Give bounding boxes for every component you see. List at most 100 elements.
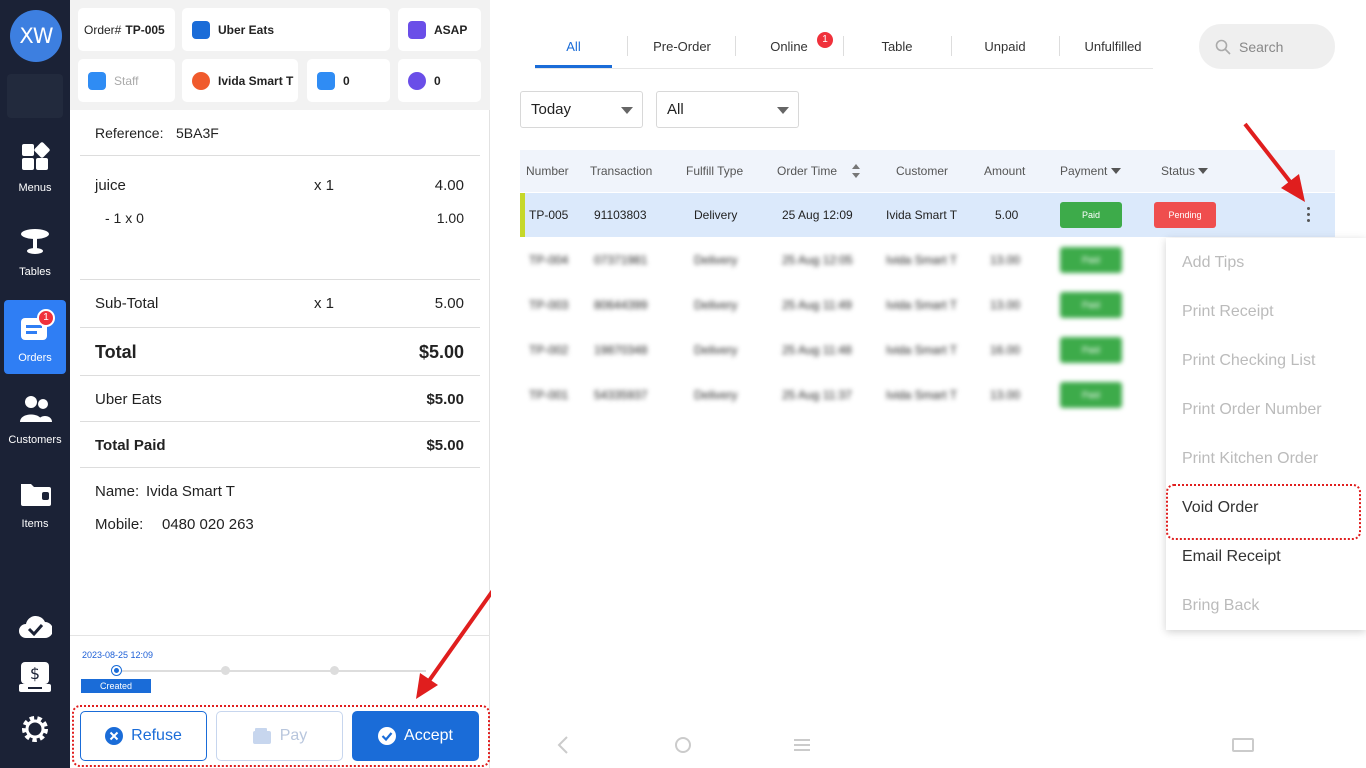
order-source-value: Uber Eats: [218, 22, 275, 37]
settings-icon[interactable]: [18, 712, 52, 746]
search-input[interactable]: Search: [1199, 24, 1335, 69]
cell-transaction: 91103803: [594, 208, 647, 222]
menu-item-email-receipt[interactable]: Email Receipt: [1182, 542, 1281, 572]
home-nav-icon[interactable]: [674, 736, 692, 754]
wallet-icon: [252, 728, 271, 744]
caret-down-icon[interactable]: [1198, 168, 1208, 174]
mobile-label: Mobile:: [95, 516, 144, 533]
divider: [80, 375, 480, 376]
order-detail-panel: Order# TP-005 Uber Eats ASAP Staff Ivida…: [70, 0, 496, 768]
items-icon: [21, 484, 51, 506]
online-badge: 1: [817, 32, 833, 48]
pos-app: XW Menus Tables 1 Orders Customers Items…: [0, 0, 1366, 768]
sidebar-item-customers[interactable]: Customers: [4, 382, 66, 456]
payment-status-badge: Paid: [1060, 337, 1122, 363]
staff-chip[interactable]: Staff: [78, 59, 175, 102]
menu-item-print-kitchen-order[interactable]: Print Kitchen Order: [1182, 444, 1318, 474]
menu-item-print-receipt[interactable]: Print Receipt: [1182, 297, 1274, 327]
search-icon: [1215, 39, 1231, 55]
cell-number: TP-003: [529, 298, 569, 312]
cell-amount: 13.00: [990, 298, 1021, 312]
sidebar-item-label: Orders: [18, 352, 52, 364]
tab-all[interactable]: All: [535, 24, 612, 68]
cell-fulfill-type: Delivery: [694, 298, 738, 312]
recents-nav-icon[interactable]: [793, 736, 811, 754]
pay-button[interactable]: Pay: [216, 711, 343, 761]
order-timing-chip[interactable]: ASAP: [398, 8, 481, 51]
column-header-status[interactable]: Status: [1161, 150, 1195, 192]
column-header-payment[interactable]: Payment: [1060, 150, 1107, 192]
accept-button[interactable]: Accept: [352, 711, 479, 761]
divider: [80, 279, 480, 280]
column-header-transaction: Transaction: [590, 164, 653, 178]
back-nav-icon[interactable]: [557, 736, 569, 754]
caret-down-icon[interactable]: [1111, 168, 1121, 174]
tab-table[interactable]: Table: [843, 24, 951, 68]
cloud-check-icon[interactable]: [18, 610, 52, 644]
menu-item-print-checking-list[interactable]: Print Checking List: [1182, 346, 1315, 376]
guests-chip[interactable]: 0: [307, 59, 390, 102]
sidebar-item-orders[interactable]: 1 Orders: [4, 300, 66, 374]
cell-transaction: 54335937: [594, 388, 648, 402]
orders-badge: 1: [37, 309, 55, 327]
order-tabs: All Pre-Order Online 1 Table Unpaid Unfu…: [535, 24, 1153, 69]
customer-chip[interactable]: Ivida Smart T: [182, 59, 298, 102]
sidebar-item-menus[interactable]: Menus: [4, 130, 66, 204]
payment-method-value: $5.00: [426, 391, 464, 408]
cell-fulfill-type: Delivery: [694, 208, 738, 222]
sidebar-item-tables[interactable]: Tables: [4, 214, 66, 288]
cash-register-icon[interactable]: $: [18, 660, 52, 694]
close-circle-icon: [105, 727, 124, 745]
sidebar-item-items[interactable]: Items: [4, 466, 66, 540]
check-circle-icon: [378, 727, 397, 745]
tab-unfulfilled[interactable]: Unfulfilled: [1059, 24, 1167, 68]
refuse-button[interactable]: Refuse: [80, 711, 207, 761]
table-row[interactable]: TP-005 91103803 Delivery 25 Aug 12:09 Iv…: [520, 193, 1335, 237]
extra-chip[interactable]: 0: [398, 59, 481, 102]
order-context-menu: Add Tips Print Receipt Print Checking Li…: [1166, 238, 1366, 630]
staff-icon: [88, 71, 106, 90]
extra-value: 0: [434, 73, 441, 88]
menu-item-bring-back[interactable]: Bring Back: [1182, 591, 1259, 621]
cell-number: TP-001: [529, 388, 569, 402]
payment-method-label: Uber Eats: [95, 391, 162, 408]
menu-item-add-tips[interactable]: Add Tips: [1182, 248, 1244, 278]
store-logo-blurred: [7, 74, 63, 118]
menus-icon: [22, 142, 50, 170]
orders-list-panel: All Pre-Order Online 1 Table Unpaid Unfu…: [491, 0, 1366, 768]
timeline-step: [330, 666, 339, 675]
type-filter-value: All: [667, 101, 684, 118]
annotation-highlight-void-order: [1166, 484, 1361, 540]
timeline-track: [116, 670, 426, 672]
order-number-label: Order#: [84, 22, 122, 37]
menu-item-print-order-number[interactable]: Print Order Number: [1182, 395, 1322, 425]
keyboard-nav-icon[interactable]: [1232, 736, 1254, 754]
date-filter-value: Today: [531, 101, 572, 118]
cell-transaction: 80644399: [594, 298, 648, 312]
divider: [80, 327, 480, 328]
tables-icon: [21, 229, 49, 254]
sidebar-item-label: Items: [21, 518, 49, 530]
order-source-chip[interactable]: Uber Eats: [182, 8, 390, 51]
timeline-step: [221, 666, 230, 675]
tab-unpaid[interactable]: Unpaid: [951, 24, 1059, 68]
annotation-arrow-menu: [1243, 122, 1305, 202]
total-label: Total: [95, 342, 137, 362]
date-filter-select[interactable]: Today: [520, 91, 643, 128]
tab-pre-order[interactable]: Pre-Order: [628, 24, 736, 68]
sidebar-item-label: Menus: [18, 182, 52, 194]
refuse-label: Refuse: [131, 727, 182, 744]
cell-fulfill-type: Delivery: [694, 388, 738, 402]
payment-status-badge: Paid: [1060, 292, 1122, 318]
more-options-icon[interactable]: [1307, 207, 1311, 225]
cell-customer: Ivida Smart T: [886, 253, 958, 267]
item-qty: x 1: [314, 177, 335, 194]
subtotal-label: Sub-Total: [95, 295, 159, 312]
column-header-order-time[interactable]: Order Time: [777, 150, 837, 192]
type-filter-select[interactable]: All: [656, 91, 799, 128]
customers-icon: [20, 396, 52, 422]
customer-avatar-icon: [192, 71, 210, 90]
cell-number: TP-004: [529, 253, 569, 267]
sort-icon[interactable]: [852, 164, 860, 178]
cell-order-time: 25 Aug 12:09: [782, 208, 853, 222]
